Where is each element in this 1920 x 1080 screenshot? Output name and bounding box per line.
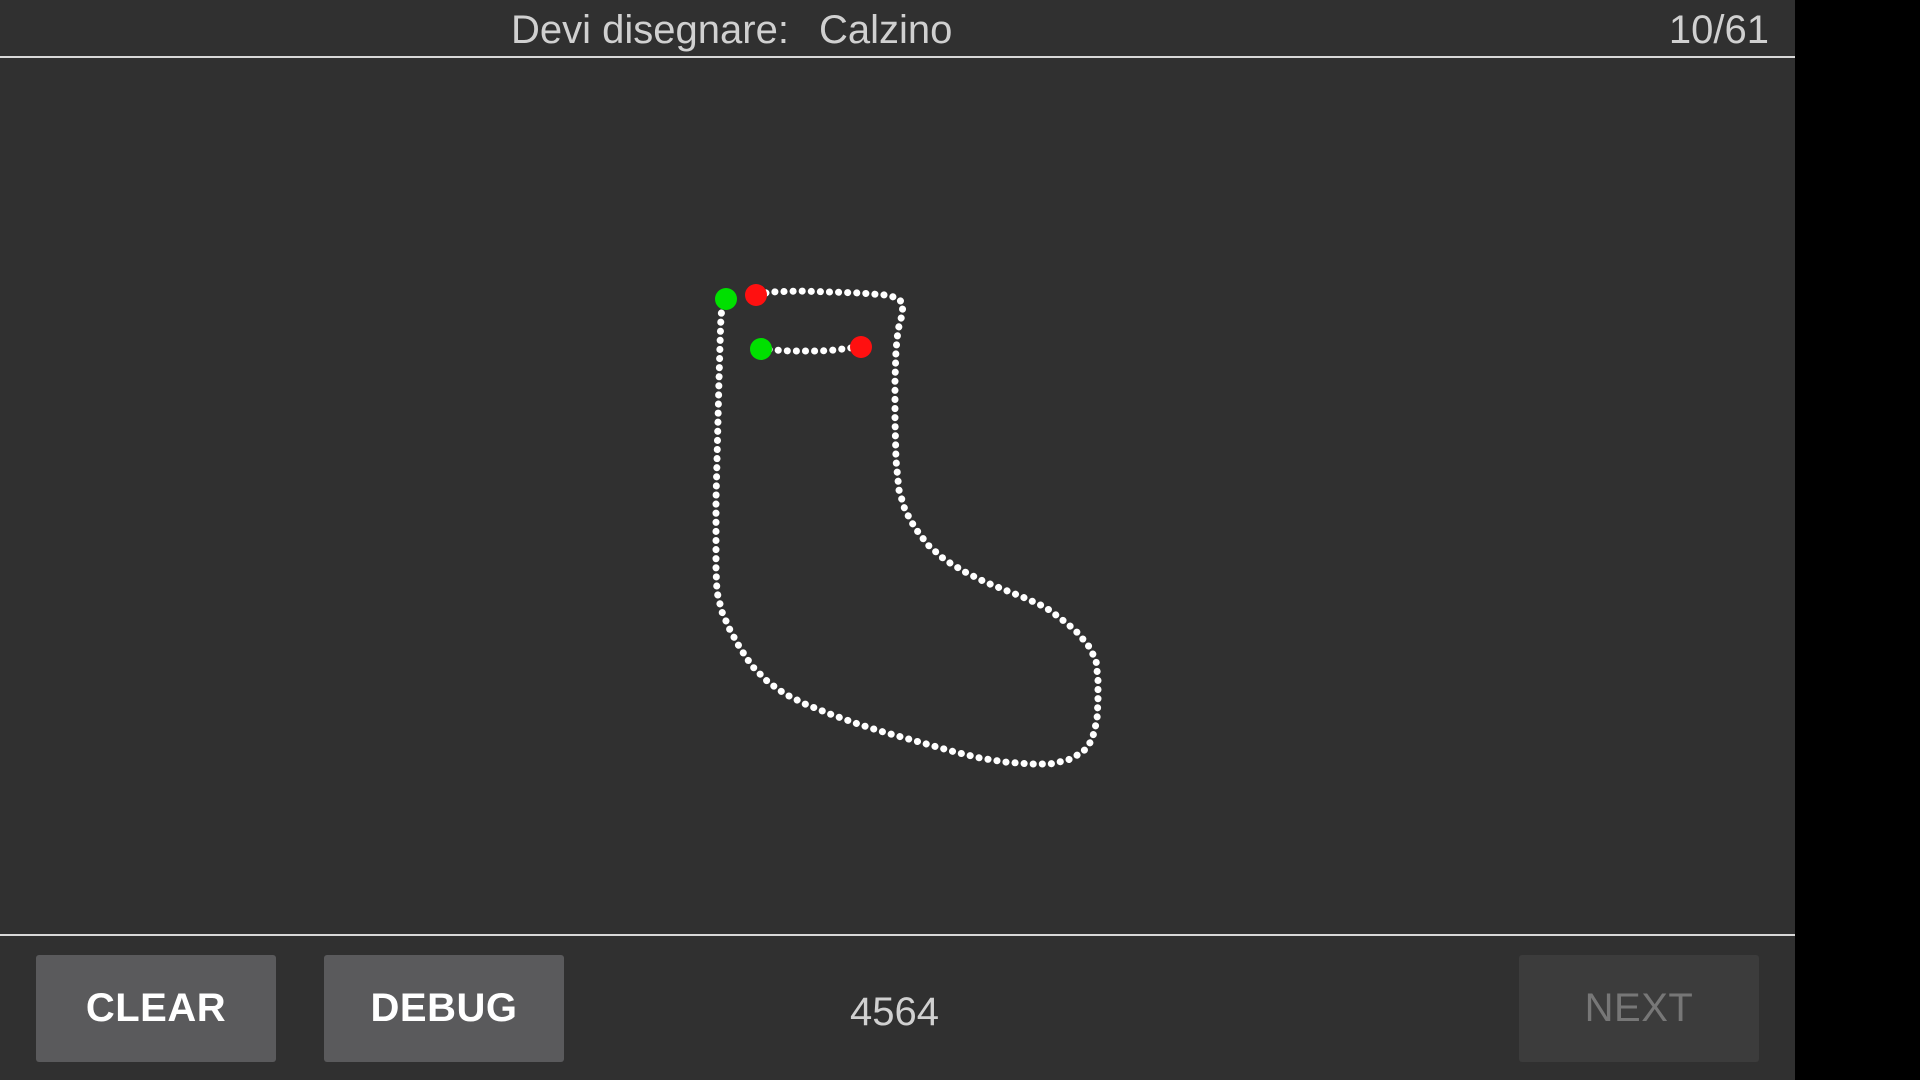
drawing-prompt: Devi disegnare: Calzino bbox=[511, 6, 952, 54]
sock-cuff-stroke bbox=[756, 343, 864, 355]
prompt-label: Devi disegnare: bbox=[511, 8, 789, 52]
footer-bar: CLEAR DEBUG 4564 NEXT bbox=[0, 936, 1795, 1080]
sock-outline-stroke bbox=[712, 287, 1102, 768]
stroke-end-marker bbox=[745, 284, 767, 306]
debug-button[interactable]: DEBUG bbox=[324, 955, 564, 1062]
drawing-svg[interactable] bbox=[0, 58, 1795, 934]
clear-button[interactable]: CLEAR bbox=[36, 955, 276, 1062]
score-value: 4564 bbox=[850, 990, 939, 1034]
drawing-app: Devi disegnare: Calzino 10/61 CLEAR DEBUG… bbox=[0, 0, 1795, 1080]
header-bar: Devi disegnare: Calzino 10/61 bbox=[0, 0, 1795, 57]
stroke-start-marker bbox=[750, 338, 772, 360]
screen-edge bbox=[1795, 0, 1920, 1080]
stroke-start-marker bbox=[715, 288, 737, 310]
stroke-end-marker bbox=[850, 336, 872, 358]
drawing-canvas[interactable] bbox=[0, 58, 1795, 934]
prompt-word: Calzino bbox=[818, 8, 953, 52]
progress-counter: 10/61 bbox=[1668, 8, 1769, 52]
next-button[interactable]: NEXT bbox=[1519, 955, 1759, 1062]
